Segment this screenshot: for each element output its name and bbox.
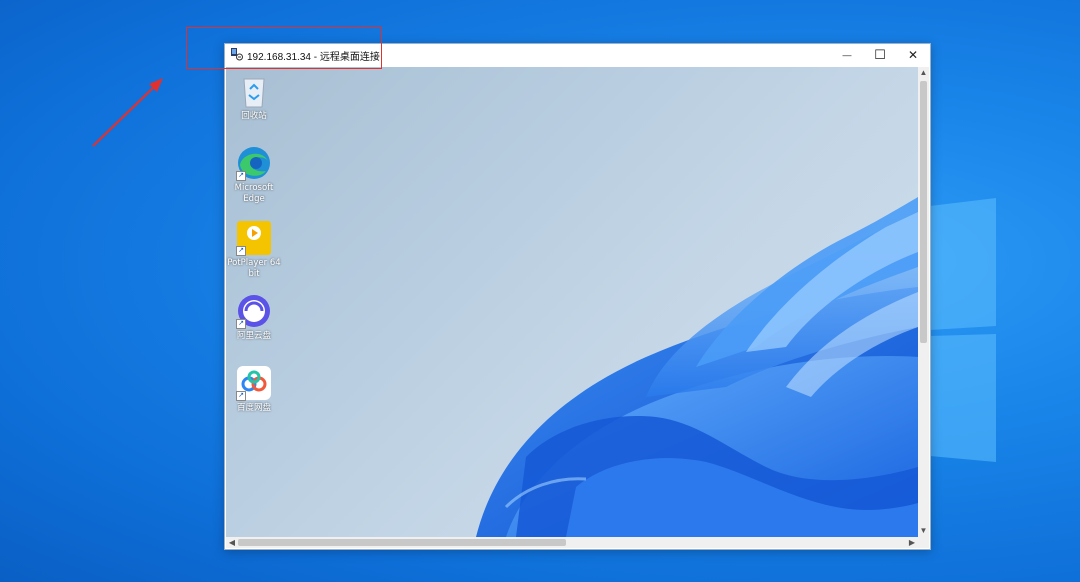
- minimize-icon: —: [842, 50, 852, 60]
- scroll-down-icon[interactable]: ▼: [918, 525, 929, 537]
- annotation-highlight-box: [186, 27, 382, 69]
- desktop-icon-label: 百度网盘: [236, 403, 271, 413]
- maximize-icon: ☐: [874, 47, 886, 62]
- remote-desktop-view[interactable]: 回收站 ↗ Microsoft Edge ↗ PotPlayer 64 bit …: [226, 67, 918, 537]
- desktop-icon-label: 回收站: [241, 111, 267, 121]
- shortcut-arrow-icon: ↗: [236, 246, 246, 256]
- scroll-corner: [918, 537, 929, 548]
- annotation-arrow-icon: [92, 78, 163, 147]
- recycle-bin-icon: [243, 78, 265, 108]
- shortcut-arrow-icon: ↗: [236, 171, 246, 181]
- desktop-icon-baidu-netdisk[interactable]: ↗ 百度网盘: [226, 365, 282, 414]
- desktop-icon-microsoft-edge[interactable]: ↗ Microsoft Edge: [226, 145, 282, 205]
- scroll-up-icon[interactable]: ▲: [918, 67, 929, 79]
- horizontal-scroll-thumb[interactable]: [238, 539, 566, 546]
- scroll-left-icon[interactable]: ◀: [226, 537, 238, 548]
- minimize-button[interactable]: —: [830, 44, 864, 66]
- vertical-scroll-thumb[interactable]: [920, 81, 927, 343]
- desktop-icon-label: 阿里云盘: [236, 331, 271, 341]
- windows-logo-icon: [930, 198, 996, 462]
- desktop-icon-aliyun-drive[interactable]: ↗ 阿里云盘: [226, 293, 282, 342]
- scroll-right-icon[interactable]: ▶: [906, 537, 918, 548]
- desktop-icon-label: PotPlayer 64 bit: [227, 258, 281, 279]
- shortcut-arrow-icon: ↗: [236, 391, 246, 401]
- windows11-bloom-wallpaper: [476, 197, 918, 537]
- close-button[interactable]: ✕: [896, 44, 930, 66]
- desktop-icon-recycle-bin[interactable]: 回收站: [226, 73, 282, 122]
- shortcut-arrow-icon: ↗: [236, 319, 246, 329]
- maximize-button[interactable]: ☐: [863, 44, 897, 66]
- horizontal-scrollbar[interactable]: ◀ ▶: [226, 537, 918, 548]
- desktop-icon-label: Microsoft Edge: [234, 183, 274, 204]
- remote-desktop-window[interactable]: 192.168.31.34 - 远程桌面连接 — ☐ ✕ 回收站 ↗ Micro…: [224, 43, 931, 550]
- desktop-icon-potplayer[interactable]: ↗ PotPlayer 64 bit: [226, 220, 282, 280]
- vertical-scrollbar[interactable]: ▲ ▼: [918, 67, 929, 537]
- close-icon: ✕: [907, 48, 919, 62]
